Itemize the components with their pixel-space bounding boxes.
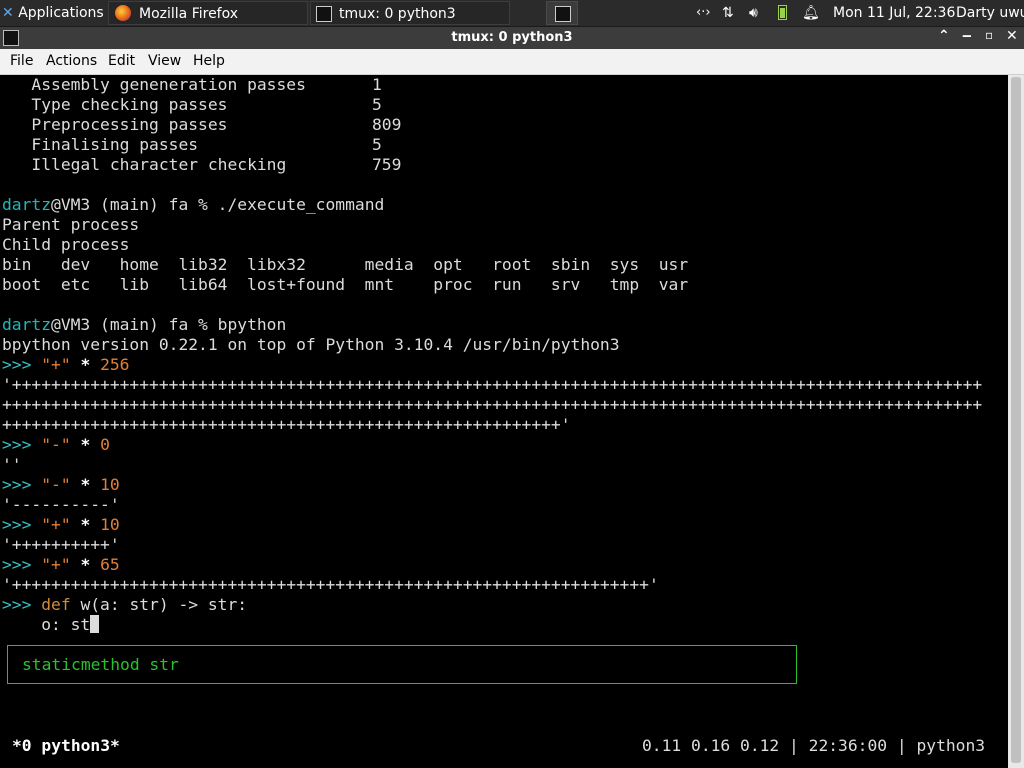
transfer-icon[interactable]: ⇅ bbox=[722, 0, 734, 26]
notification-bell-icon[interactable]: 🔔︎ bbox=[802, 0, 820, 26]
menu-file[interactable]: File bbox=[10, 49, 33, 74]
output-line: ++++++++++++++++++++++++++++++++++++++++… bbox=[2, 415, 571, 434]
python-input-line: >>> "+" * 10 bbox=[2, 515, 120, 534]
shell-prompt-line: dartz@VM3 (main) fa % ./execute_command bbox=[2, 195, 385, 214]
output-line: ++++++++++++++++++++++++++++++++++++++++… bbox=[2, 395, 983, 414]
user-menu[interactable]: Darty uwu bbox=[956, 0, 1024, 26]
applications-menu[interactable]: ✕ Applications bbox=[2, 0, 104, 26]
python-current-line[interactable]: o: st bbox=[2, 615, 100, 635]
close-icon[interactable]: ✕ bbox=[1006, 28, 1018, 44]
output-line: Child process bbox=[2, 235, 130, 254]
shell-prompt-line: dartz@VM3 (main) fa % bpython bbox=[2, 315, 287, 334]
text-cursor bbox=[90, 615, 100, 633]
task-firefox[interactable]: Mozilla Firefox bbox=[108, 1, 308, 25]
terminal-icon bbox=[555, 6, 571, 22]
menu-edit[interactable]: Edit bbox=[108, 49, 135, 74]
output-line: '+++++++++++++++++++++++++++++++++++++++… bbox=[2, 375, 983, 394]
stat-line: Assembly geneneration passes bbox=[31, 75, 306, 94]
terminal-icon bbox=[316, 6, 332, 22]
stat-value: 5 bbox=[372, 95, 382, 114]
window-titlebar: tmux: 0 python3 ⌃ ‒ ▫ ✕ bbox=[0, 27, 1024, 49]
menubar: File Actions Edit View Help bbox=[0, 49, 1024, 75]
menu-actions[interactable]: Actions bbox=[46, 49, 97, 74]
clock[interactable]: Mon 11 Jul, 22:36 bbox=[833, 0, 955, 26]
menu-view[interactable]: View bbox=[148, 49, 181, 74]
maximize-icon[interactable]: ▫ bbox=[985, 28, 993, 42]
completion-suggestion[interactable]: staticmethod str bbox=[22, 655, 179, 674]
network-icon[interactable]: ‹·› bbox=[696, 0, 711, 26]
python-input-line: >>> "+" * 65 bbox=[2, 555, 120, 574]
output-line: boot etc lib lib64 lost+found mnt proc r… bbox=[2, 275, 689, 294]
python-input-line: >>> "-" * 10 bbox=[2, 475, 120, 494]
python-input-line: >>> "+" * 256 bbox=[2, 355, 130, 374]
output-line: Parent process bbox=[2, 215, 140, 234]
output-line: '++++++++++' bbox=[2, 535, 120, 554]
window-title: tmux: 0 python3 bbox=[451, 30, 573, 45]
output-line: '----------' bbox=[2, 495, 120, 514]
stat-line: Type checking passes bbox=[31, 95, 228, 114]
terminal-scrollbar[interactable] bbox=[1008, 75, 1024, 768]
output-line: '+++++++++++++++++++++++++++++++++++++++… bbox=[2, 575, 659, 594]
tmux-status-bar: *0 python3* 0.11 0.16 0.12 | 22:36:00 | … bbox=[0, 735, 1008, 757]
stat-value: 759 bbox=[372, 155, 402, 174]
output-line: '' bbox=[2, 455, 22, 474]
xfce-icon: ✕ bbox=[2, 5, 14, 21]
volume-icon[interactable]: 🔊︎ bbox=[749, 0, 758, 26]
stat-value: 5 bbox=[372, 135, 382, 154]
python-input-line: >>> def w(a: str) -> str: bbox=[2, 595, 248, 614]
menu-help[interactable]: Help bbox=[193, 49, 225, 74]
output-line: bin dev home lib32 libx32 media opt root… bbox=[2, 255, 689, 274]
task-terminal[interactable]: tmux: 0 python3 bbox=[310, 1, 510, 25]
battery-icon[interactable] bbox=[778, 5, 787, 20]
stat-value: 1 bbox=[372, 75, 382, 94]
scrollbar-thumb[interactable] bbox=[1011, 77, 1021, 763]
python-input-line: >>> "-" * 0 bbox=[2, 435, 110, 454]
window-up-icon[interactable]: ⌃ bbox=[938, 28, 950, 44]
minimize-icon[interactable]: ‒ bbox=[962, 28, 972, 44]
autocomplete-box[interactable]: staticmethod str bbox=[7, 645, 797, 684]
firefox-icon bbox=[115, 5, 131, 21]
task-terminal-active[interactable] bbox=[546, 1, 578, 25]
output-line: bpython version 0.22.1 on top of Python … bbox=[2, 335, 620, 354]
stat-value: 809 bbox=[372, 115, 402, 134]
tmux-window-name[interactable]: *0 python3* bbox=[12, 735, 120, 757]
stat-line: Finalising passes bbox=[31, 135, 199, 154]
taskbar: ✕ Applications Mozilla Firefox tmux: 0 p… bbox=[0, 0, 1024, 27]
stat-line: Preprocessing passes bbox=[31, 115, 228, 134]
tmux-status-right: 0.11 0.16 0.12 | 22:36:00 | python3 bbox=[642, 736, 986, 755]
stat-line: Illegal character checking bbox=[31, 155, 287, 174]
